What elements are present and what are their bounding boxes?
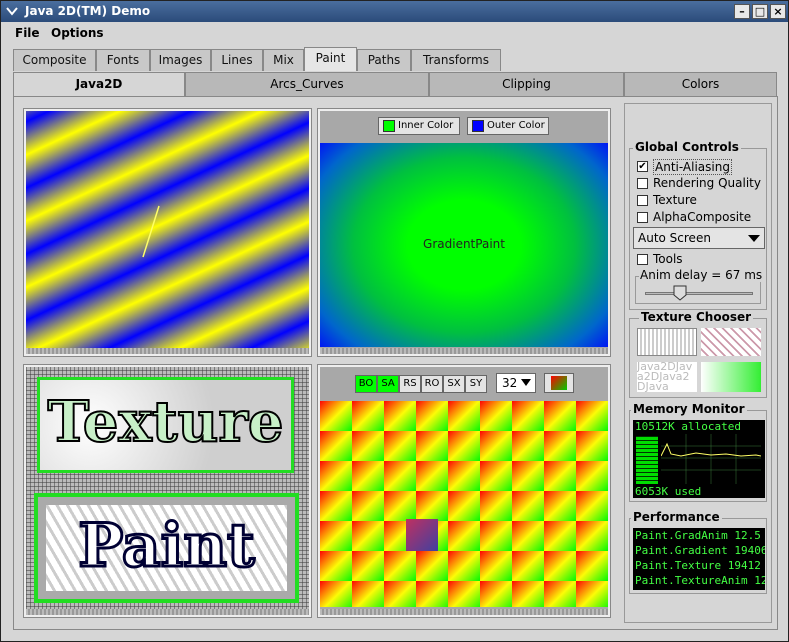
global-controls-title: Global Controls <box>633 140 741 154</box>
memory-history-line <box>661 434 761 484</box>
texture-text-box: Texture <box>37 377 294 473</box>
texture-word: Texture <box>47 388 285 456</box>
subtab-clipping[interactable]: Clipping <box>429 72 624 96</box>
texture-option-pattern[interactable] <box>701 328 761 356</box>
gradient-paint-label: GradientPaint <box>423 237 505 251</box>
texture-anim-panel: BO SA RS RO SX SY 32 <box>317 364 611 618</box>
menu-options[interactable]: Options <box>51 26 104 40</box>
perf-line: Paint.TextureAnim 12. <box>635 574 765 587</box>
title-bar: Java 2D(TM) Demo – □ × <box>1 1 788 22</box>
inner-color-button[interactable]: Inner Color <box>378 117 460 135</box>
memory-used: 6053K used <box>635 485 702 498</box>
chevron-down-icon <box>748 235 760 242</box>
close-button[interactable]: × <box>770 4 786 19</box>
perf-line: Paint.GradAnim 12.5 f <box>635 529 765 542</box>
panel-scrollbar[interactable] <box>320 348 608 354</box>
toggle-ro[interactable]: RO <box>421 375 443 393</box>
inner-color-swatch <box>383 120 395 132</box>
performance-readout: Paint.GradAnim 12.5 f Paint.Gradient 194… <box>633 528 765 590</box>
tab-images[interactable]: Images <box>150 49 211 71</box>
chevron-down-icon <box>521 379 531 386</box>
performance-title: Performance <box>631 510 722 524</box>
quality-label[interactable]: Rendering Quality <box>653 176 761 190</box>
window-menu-icon[interactable] <box>5 5 19 17</box>
panel-scrollbar[interactable] <box>26 609 309 615</box>
delay-slider-thumb[interactable] <box>673 285 687 301</box>
subtab-colors[interactable]: Colors <box>624 72 777 96</box>
perf-line: Paint.Gradient 19406 <box>635 544 765 557</box>
delay-label: Anim delay = 67 ms <box>639 268 764 282</box>
color-picker-button[interactable] <box>544 373 574 393</box>
color-grid-canvas <box>320 401 608 607</box>
tab-lines[interactable]: Lines <box>211 49 263 71</box>
toggle-sa[interactable]: SA <box>377 375 399 393</box>
texture-checkbox[interactable] <box>637 195 648 206</box>
antialias-checkbox[interactable]: ✔ <box>637 161 648 172</box>
gradient-paint-panel: Inner Color Outer Color GradientPaint <box>317 108 611 357</box>
toggle-rs[interactable]: RS <box>399 375 421 393</box>
subtab-arcs-curves[interactable]: Arcs_Curves <box>185 72 429 96</box>
tab-paint[interactable]: Paint <box>304 47 357 71</box>
highlight-tile <box>406 519 438 551</box>
sub-tabs: Java2D Arcs_Curves Clipping Colors <box>13 72 778 96</box>
memory-title: Memory Monitor <box>631 402 747 416</box>
size-value: 32 <box>502 376 518 390</box>
subtab-java2d[interactable]: Java2D <box>13 72 185 96</box>
alpha-label[interactable]: AlphaComposite <box>653 210 751 224</box>
minimize-button[interactable]: – <box>734 4 750 19</box>
tab-mix[interactable]: Mix <box>263 49 304 71</box>
tab-fonts[interactable]: Fonts <box>96 49 150 71</box>
memory-allocated: 10512K allocated <box>635 420 741 433</box>
panel-scrollbar[interactable] <box>320 609 608 615</box>
tools-checkbox[interactable] <box>637 254 648 265</box>
outer-color-button[interactable]: Outer Color <box>467 117 549 135</box>
panel-scrollbar[interactable] <box>26 348 309 354</box>
tab-transforms[interactable]: Transforms <box>411 49 501 71</box>
demo-content: Inner Color Outer Color GradientPaint Te… <box>13 96 778 630</box>
menu-file[interactable]: File <box>15 26 40 40</box>
tools-label[interactable]: Tools <box>653 252 683 266</box>
grid-tiles <box>320 401 608 607</box>
maximize-button[interactable]: □ <box>752 4 768 19</box>
outer-color-label: Outer Color <box>487 120 545 131</box>
memory-graph: 10512K allocated 6053K used <box>633 420 765 498</box>
screen-dropdown[interactable]: Auto Screen <box>633 227 765 249</box>
tab-composite[interactable]: Composite <box>13 49 96 71</box>
tab-paths[interactable]: Paths <box>357 49 411 71</box>
color-picker-swatch <box>551 376 567 390</box>
size-dropdown[interactable]: 32 <box>496 373 536 393</box>
texture-label[interactable]: Texture <box>653 193 697 207</box>
toggle-sy[interactable]: SY <box>465 375 487 393</box>
grad-anim-panel[interactable] <box>23 108 312 357</box>
texture-panel: Texture Paint <box>23 364 312 618</box>
paint-text-frame: Paint <box>34 493 299 603</box>
gradient-canvas: GradientPaint <box>320 143 608 347</box>
memory-bar <box>636 436 658 484</box>
texture-option-text[interactable]: Java2DJava2DJava2DJava <box>637 362 697 392</box>
menu-bar: File Options <box>1 22 788 44</box>
antialias-label[interactable]: Anti-Aliasing <box>653 159 732 175</box>
texture-chooser-title: Texture Chooser <box>639 310 754 324</box>
toggle-bo[interactable]: BO <box>355 375 377 393</box>
perf-line: Paint.Texture 19412 m <box>635 559 765 572</box>
texture-option-grid[interactable] <box>637 328 697 356</box>
paint-word: Paint <box>77 510 257 583</box>
gradient-direction-line <box>142 205 160 258</box>
toggle-sx[interactable]: SX <box>443 375 465 393</box>
window-title: Java 2D(TM) Demo <box>25 4 151 18</box>
outer-color-swatch <box>472 120 484 132</box>
delay-slider-track[interactable] <box>645 292 753 295</box>
texture-option-gradient[interactable] <box>701 362 761 392</box>
alpha-checkbox[interactable] <box>637 212 648 223</box>
app-window: Java 2D(TM) Demo – □ × File Options Comp… <box>0 0 789 642</box>
quality-checkbox[interactable] <box>637 178 648 189</box>
paint-text-box: Paint <box>46 505 287 591</box>
controls-sidebar: Global Controls ✔ Anti-Aliasing Renderin… <box>624 103 772 623</box>
screen-value: Auto Screen <box>638 231 711 245</box>
inner-color-label: Inner Color <box>398 120 454 131</box>
